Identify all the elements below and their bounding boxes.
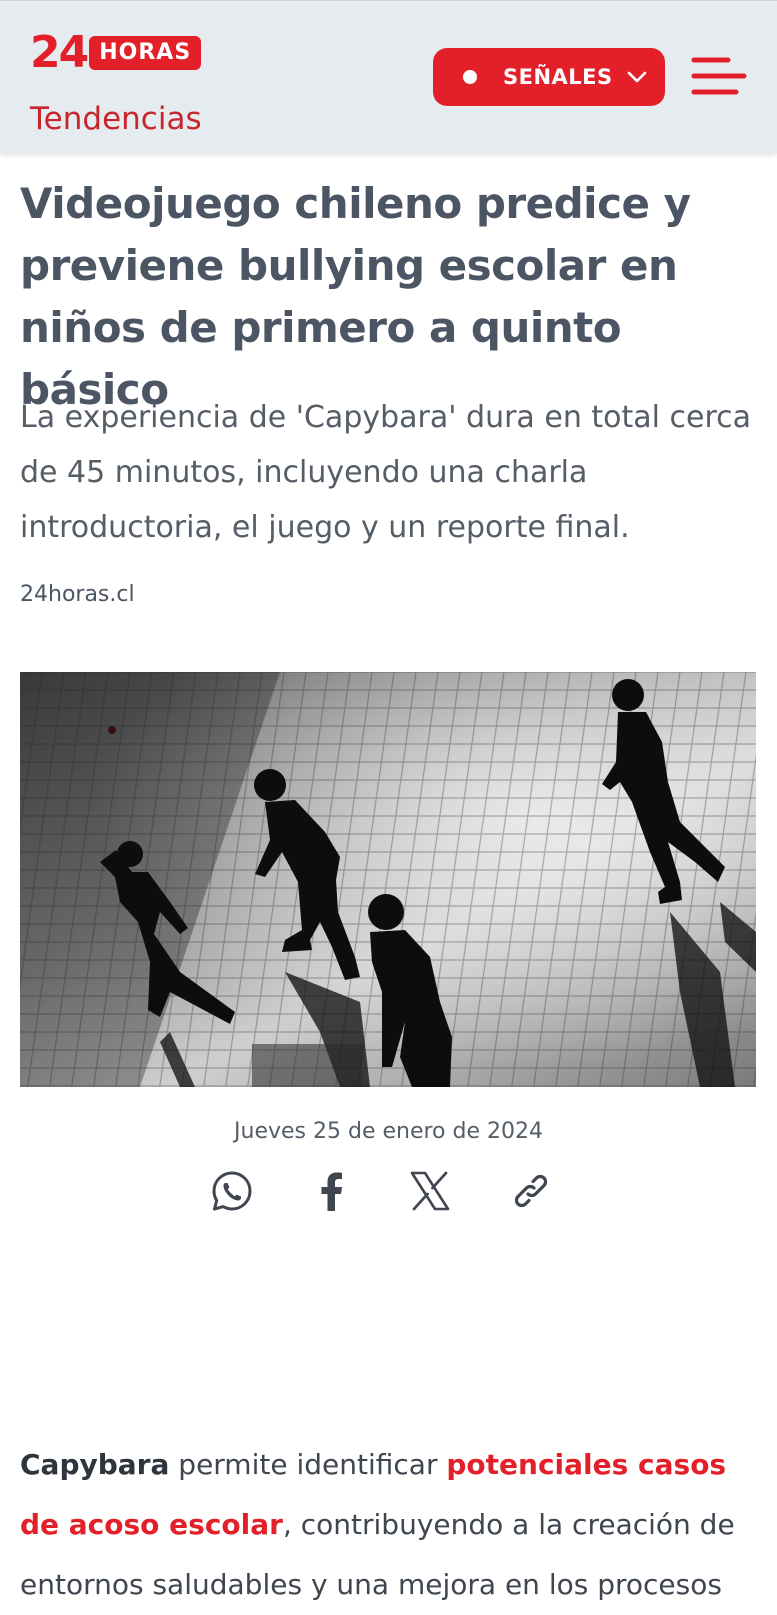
children-silhouettes-photo — [20, 672, 756, 1087]
site-logo[interactable]: 24 HORAS — [30, 27, 202, 78]
chevron-down-icon — [627, 70, 649, 84]
link-icon[interactable] — [506, 1166, 556, 1216]
x-icon[interactable] — [405, 1166, 455, 1216]
section-label[interactable]: Tendencias — [30, 99, 202, 139]
logo-word: HORAS — [89, 36, 202, 70]
body-strong-term: Capybara — [20, 1448, 170, 1481]
live-dot-icon — [463, 70, 477, 84]
whatsapp-icon[interactable] — [207, 1166, 257, 1216]
body-text-segment: permite identificar — [169, 1448, 447, 1481]
logo-number: 24 — [30, 27, 89, 78]
share-bar — [0, 1166, 777, 1216]
site-header: 24 HORAS Tendencias SEÑALES — [0, 0, 777, 153]
hamburger-menu-icon[interactable] — [690, 56, 750, 98]
article-headline: Videojuego chileno predice y previene bu… — [20, 179, 691, 414]
article-body-paragraph: Capybara permite identificar potenciales… — [20, 1435, 762, 1615]
facebook-icon[interactable] — [306, 1166, 356, 1216]
article-source[interactable]: 24horas.cl — [20, 582, 135, 607]
article-lead: La experiencia de 'Capybara' dura en tot… — [20, 400, 752, 545]
article-date: Jueves 25 de enero de 2024 — [234, 1119, 543, 1144]
signals-label: SEÑALES — [503, 65, 613, 89]
signals-button[interactable]: SEÑALES — [433, 48, 665, 106]
